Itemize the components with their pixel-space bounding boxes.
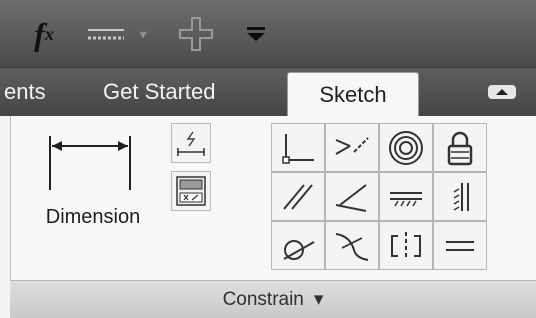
smooth-constraint-button[interactable] xyxy=(325,221,379,270)
concentric-constraint-button[interactable] xyxy=(379,123,433,172)
equal-constraint-button[interactable] xyxy=(433,221,487,270)
dimension-button[interactable]: Dimension xyxy=(18,124,168,264)
concentric-icon xyxy=(389,130,423,165)
fix-constraint-button[interactable] xyxy=(433,123,487,172)
show-constraints-button[interactable] xyxy=(171,171,211,211)
auto-dimension-button[interactable] xyxy=(171,123,211,163)
lock-icon xyxy=(447,131,473,165)
vertical-icon xyxy=(453,182,469,211)
quick-access-toolbar: fx ▾ xyxy=(0,0,536,68)
tangent-constraint-button[interactable] xyxy=(271,221,325,270)
ribbon-collapse-icon[interactable] xyxy=(484,82,520,102)
line-style-icon[interactable] xyxy=(82,14,130,54)
plus-icon[interactable] xyxy=(170,14,222,54)
parallel-icon xyxy=(283,183,313,210)
constrain-panel-label: Constrain xyxy=(222,288,304,310)
tangent-icon xyxy=(283,239,315,260)
dimension-label: Dimension xyxy=(45,206,141,228)
tab-previous[interactable]: ents xyxy=(4,68,76,116)
ribbon-tab-bar: ents Get Started Sketch xyxy=(0,68,536,116)
constrain-panel-title[interactable]: Constrain ▾ xyxy=(10,280,536,318)
customize-arrow-icon[interactable] xyxy=(236,14,276,54)
collinear-icon xyxy=(335,136,369,155)
smooth-icon xyxy=(335,232,369,261)
coincident-constraint-button[interactable] xyxy=(271,123,325,172)
symmetric-icon xyxy=(391,231,421,260)
horizontal-icon xyxy=(390,191,422,206)
dimension-icon xyxy=(49,136,131,190)
show-constraints-icon xyxy=(176,176,206,206)
dropdown-arrow-icon[interactable]: ▾ xyxy=(132,14,154,54)
perpendicular-constraint-button[interactable] xyxy=(325,172,379,221)
symmetric-constraint-button[interactable] xyxy=(379,221,433,270)
tab-sketch[interactable]: Sketch xyxy=(287,72,419,116)
panel-expand-arrow-icon: ▾ xyxy=(313,289,324,310)
fx-sub: x xyxy=(44,23,54,44)
perpendicular-icon xyxy=(335,183,367,212)
fx-icon[interactable]: fx xyxy=(16,14,72,54)
tab-get-started[interactable]: Get Started xyxy=(103,68,216,116)
equal-icon xyxy=(446,240,474,251)
collinear-constraint-button[interactable] xyxy=(325,123,379,172)
parallel-constraint-button[interactable] xyxy=(271,172,325,221)
fx-label: f xyxy=(34,15,45,52)
horizontal-constraint-button[interactable] xyxy=(379,172,433,221)
auto-dimension-icon xyxy=(177,131,205,156)
coincident-icon xyxy=(282,133,314,164)
vertical-constraint-button[interactable] xyxy=(433,172,487,221)
